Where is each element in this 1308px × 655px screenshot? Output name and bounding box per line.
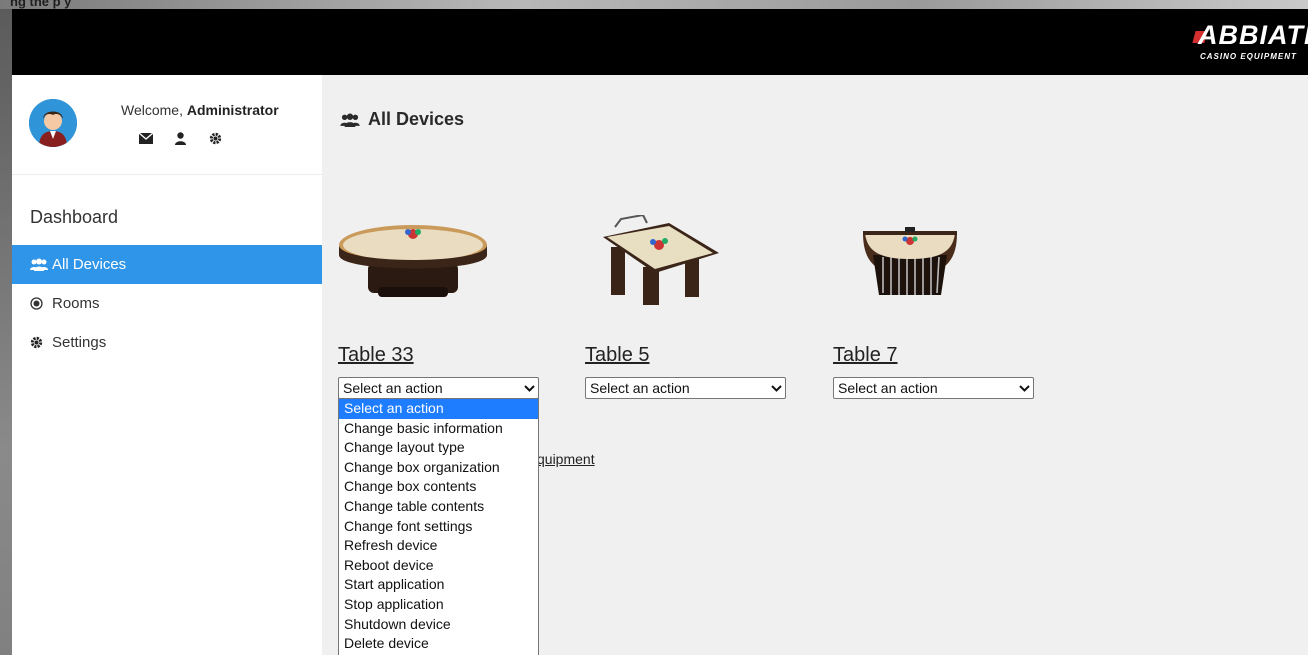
avatar[interactable]	[29, 99, 77, 147]
dropdown-option[interactable]: Shutdown device	[339, 615, 538, 635]
dropdown-option[interactable]: Stop application	[339, 595, 538, 615]
action-select-value: Select an action	[343, 380, 443, 396]
gear-icon[interactable]	[207, 130, 224, 146]
device-image-table-7[interactable]	[833, 215, 993, 305]
brand-logo-name: ABBIATI	[1198, 20, 1308, 50]
action-dropdown-list: Select an action Change basic informatio…	[338, 398, 539, 655]
users-icon	[30, 258, 48, 272]
action-select-value: Select an action	[838, 380, 938, 396]
chevron-down-icon	[767, 384, 785, 392]
sidebar: Welcome, Administrator Dashboard All Dev…	[12, 75, 322, 655]
username: Administrator	[186, 102, 279, 118]
users-icon	[340, 112, 362, 128]
action-select[interactable]: Select an action	[338, 377, 539, 399]
brand-logo-tagline: CASINO EQUIPMENT	[1200, 52, 1297, 61]
action-select[interactable]: Select an action	[833, 377, 1034, 399]
sidebar-item-label: Settings	[52, 334, 107, 351]
action-select[interactable]: Select an action	[585, 377, 786, 399]
device-card: Table 33 Select an action	[338, 215, 558, 399]
dropdown-option[interactable]: Change box contents	[339, 477, 538, 497]
page-title-text: All Devices	[368, 109, 465, 129]
action-select-value: Select an action	[590, 380, 690, 396]
welcome-text: Welcome, Administrator	[121, 102, 279, 118]
dashboard-label: Dashboard	[30, 207, 119, 227]
page-title: All Devices	[340, 109, 464, 130]
device-image-table-33[interactable]	[338, 215, 498, 305]
radio-icon	[30, 297, 48, 311]
sidebar-item-rooms[interactable]: Rooms	[12, 284, 322, 323]
top-header: ABBIATI CASINO EQUIPMENT	[12, 9, 1308, 75]
device-card: Table 5 Select an action	[585, 213, 805, 399]
dropdown-option[interactable]: Change layout type	[339, 438, 538, 458]
app-window: ABBIATI CASINO EQUIPMENT Welcome, Admini…	[12, 9, 1308, 655]
sidebar-item-all-devices[interactable]: All Devices	[12, 245, 322, 284]
gear-icon	[30, 336, 48, 350]
dropdown-option[interactable]: Change table contents	[339, 497, 538, 517]
user-actions	[137, 130, 224, 146]
dropdown-option[interactable]: Change basic information	[339, 419, 538, 439]
device-image-table-5[interactable]	[585, 213, 745, 305]
sidebar-item-settings[interactable]: Settings	[12, 323, 322, 362]
background-caption: ng the p y	[10, 0, 72, 9]
dropdown-option[interactable]: Start application	[339, 575, 538, 595]
dropdown-option[interactable]: Refresh device	[339, 536, 538, 556]
device-name-link[interactable]: Table 5	[585, 344, 650, 367]
user-panel: Welcome, Administrator	[12, 75, 322, 175]
sidebar-item-label: Rooms	[52, 295, 100, 312]
partial-equipment-link[interactable]: quipment	[537, 451, 595, 467]
user-icon[interactable]	[172, 130, 189, 146]
background-strip: ng the p y	[0, 0, 1308, 9]
chevron-down-icon	[1015, 384, 1033, 392]
dropdown-option[interactable]: Select an action	[339, 399, 538, 419]
device-name-link[interactable]: Table 33	[338, 344, 414, 367]
welcome-prefix: Welcome,	[121, 102, 187, 118]
device-name-link[interactable]: Table 7	[833, 344, 898, 367]
dropdown-option[interactable]: Change font settings	[339, 517, 538, 537]
chevron-down-icon	[520, 384, 538, 392]
main-content: All Devices Table 33 Select an action Ta…	[322, 75, 1308, 655]
brand-logo: ABBIATI CASINO EQUIPMENT	[1192, 20, 1308, 64]
device-card: Table 7 Select an action	[833, 215, 1053, 399]
envelope-icon[interactable]	[137, 130, 154, 146]
dropdown-option[interactable]: Change box organization	[339, 458, 538, 478]
dropdown-option[interactable]: Reboot device	[339, 556, 538, 576]
sidebar-item-label: All Devices	[52, 256, 127, 273]
dropdown-option[interactable]: Delete device	[339, 634, 538, 654]
